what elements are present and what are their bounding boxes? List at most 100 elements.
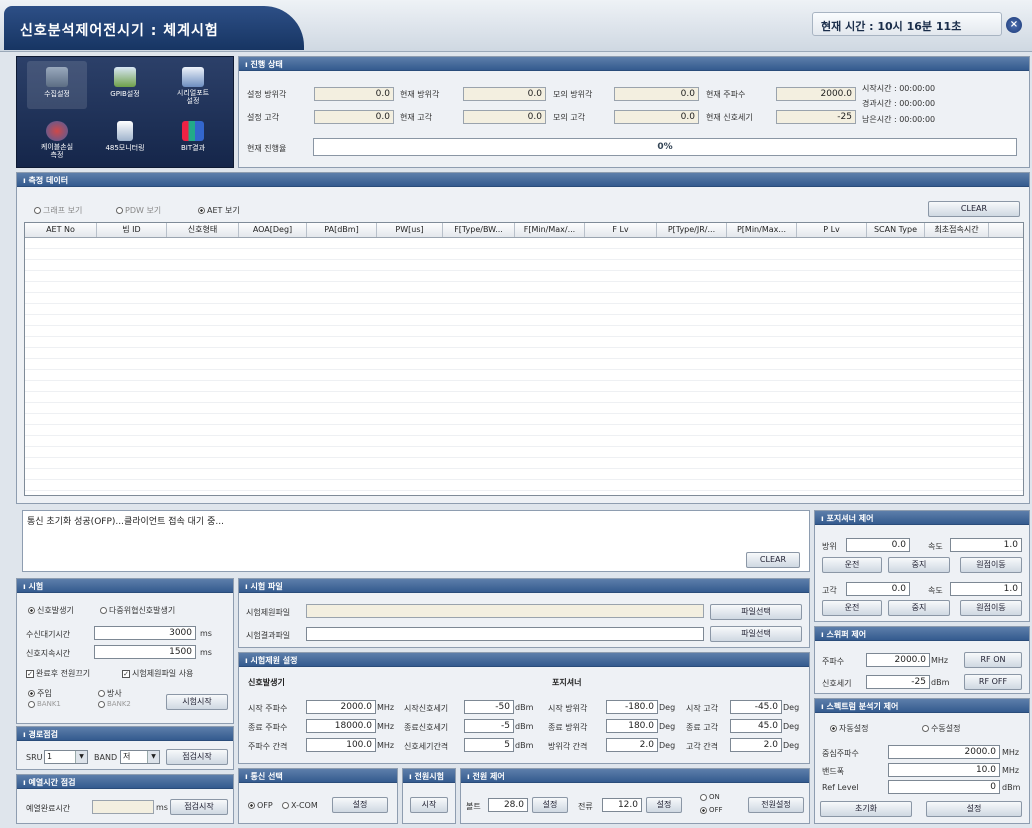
start-el-input[interactable]: -45.0 <box>730 700 782 714</box>
col-f-lv[interactable]: F Lv <box>585 223 657 237</box>
measure-table[interactable]: AET No 빔 ID 신호형태 AOA[Deg] PA[dBm] PW[us]… <box>24 222 1024 496</box>
monitor-icon <box>46 67 68 87</box>
start-az-input[interactable]: -180.0 <box>606 700 658 714</box>
sweeper-power-input[interactable]: -25 <box>866 675 930 689</box>
positioner-el-input[interactable]: 0.0 <box>846 582 910 596</box>
measure-clear-button[interactable]: CLEAR <box>928 201 1020 217</box>
collect-settings-button[interactable]: 수집설정 <box>27 61 87 109</box>
sweeper-freq-label: 주파수 <box>822 657 845 666</box>
positioner-az-run-button[interactable]: 운전 <box>822 557 882 573</box>
signal-generator-radio[interactable]: 신호발생기 <box>28 605 74 616</box>
spectrum-init-button[interactable]: 초기화 <box>820 801 912 817</box>
sweeper-freq-unit: MHz <box>931 656 949 665</box>
col-beam-id[interactable]: 빔 ID <box>97 223 167 237</box>
monitor-485-button[interactable]: 485모니터링 <box>95 115 155 163</box>
spec-file-select-button[interactable]: 파일선택 <box>710 604 802 620</box>
log-clear-button[interactable]: CLEAR <box>746 552 800 568</box>
wait-time-input[interactable]: 3000 <box>94 626 196 640</box>
power-test-start-button[interactable]: 시작 <box>410 797 448 813</box>
power-off-radio[interactable]: OFF <box>700 806 723 814</box>
gpib-settings-button[interactable]: GPIB설정 <box>95 61 155 109</box>
positioner-az-home-button[interactable]: 원점이동 <box>960 557 1022 573</box>
start-freq-input[interactable]: 2000.0 <box>306 700 376 714</box>
end-az-input[interactable]: 180.0 <box>606 719 658 733</box>
result-file-path[interactable] <box>306 627 704 641</box>
power-on-radio[interactable]: ON <box>700 793 720 801</box>
positioner-az-input[interactable]: 0.0 <box>846 538 910 552</box>
duration-input[interactable]: 1500 <box>94 645 196 659</box>
use-spec-file-checkbox[interactable]: ✓ 시험제원파일 사용 <box>122 668 193 679</box>
result-file-select-button[interactable]: 파일선택 <box>710 626 802 642</box>
xcom-radio[interactable]: X-COM <box>282 801 318 810</box>
col-first-contact[interactable]: 최초접속시간 <box>925 223 989 237</box>
spectrum-ref-label: Ref Level <box>822 783 859 792</box>
test-start-button[interactable]: 시험시작 <box>166 694 228 710</box>
col-f-minmax[interactable]: F[Min/Max/... <box>515 223 585 237</box>
emit-radio[interactable]: 방사 <box>98 688 122 699</box>
sweeper-freq-input[interactable]: 2000.0 <box>866 653 930 667</box>
cable-loss-button[interactable]: 케이블손실 측정 <box>27 115 87 163</box>
end-power-input[interactable]: -5 <box>464 719 514 733</box>
inject-radio[interactable]: 주입 <box>28 688 52 699</box>
view-pdw-radio[interactable]: PDW 보기 <box>116 205 161 216</box>
rf-off-button[interactable]: RF OFF <box>964 674 1022 690</box>
bit-result-button[interactable]: BIT결과 <box>163 115 223 163</box>
preheat-start-button[interactable]: 점검시작 <box>170 799 228 815</box>
route-check-start-button[interactable]: 점검시작 <box>166 749 228 765</box>
close-icon[interactable]: × <box>1006 17 1022 33</box>
col-pw[interactable]: PW[us] <box>377 223 443 237</box>
power-off-checkbox[interactable]: ✓ 완료후 전원끄기 <box>26 668 90 679</box>
positioner-el-stop-button[interactable]: 중지 <box>888 600 950 616</box>
view-aet-radio[interactable]: AET 보기 <box>198 205 240 216</box>
sru-select[interactable]: 1 <box>44 750 88 764</box>
view-graph-radio[interactable]: 그래프 보기 <box>34 205 82 216</box>
progress-header: 진행 상태 <box>239 57 1029 71</box>
positioner-el-speed-input[interactable]: 1.0 <box>950 582 1022 596</box>
multi-threat-generator-radio[interactable]: 다중위협신호발생기 <box>100 605 175 616</box>
step-el-input[interactable]: 2.0 <box>730 738 782 752</box>
band-select[interactable]: 저 <box>120 750 160 764</box>
ofp-radio[interactable]: OFP <box>248 801 273 810</box>
positioner-az-speed-input[interactable]: 1.0 <box>950 538 1022 552</box>
bank1-radio[interactable]: BANK1 <box>28 700 61 708</box>
spectrum-set-button[interactable]: 설정 <box>926 801 1022 817</box>
end-el-input[interactable]: 45.0 <box>730 719 782 733</box>
bank2-radio[interactable]: BANK2 <box>98 700 131 708</box>
col-p-lv[interactable]: P Lv <box>797 223 867 237</box>
rf-on-button[interactable]: RF ON <box>964 652 1022 668</box>
start-el-unit: Deg <box>783 703 800 712</box>
step-freq-input[interactable]: 100.0 <box>306 738 376 752</box>
positioner-el-run-button[interactable]: 운전 <box>822 600 882 616</box>
step-power-input[interactable]: 5 <box>464 738 514 752</box>
positioner-el-home-button[interactable]: 원점이동 <box>960 600 1022 616</box>
current-frequency-label: 현재 주파수 <box>706 90 746 99</box>
current-input[interactable]: 12.0 <box>602 798 642 812</box>
end-freq-input[interactable]: 18000.0 <box>306 719 376 733</box>
power-setting-button[interactable]: 전원설정 <box>748 797 804 813</box>
serial-port-settings-button[interactable]: 시리얼포트 설정 <box>163 61 223 109</box>
voltage-set-button[interactable]: 설정 <box>532 797 568 813</box>
col-f-type[interactable]: F[Type/BW... <box>443 223 515 237</box>
spectrum-auto-radio[interactable]: 자동설정 <box>830 723 868 734</box>
col-aoa[interactable]: AOA[Deg] <box>239 223 307 237</box>
col-p-minmax[interactable]: P[Min/Max... <box>727 223 797 237</box>
spectrum-center-input[interactable]: 2000.0 <box>888 745 1000 759</box>
start-power-input[interactable]: -50 <box>464 700 514 714</box>
spectrum-ref-input[interactable]: 0 <box>888 780 1000 794</box>
col-pa[interactable]: PA[dBm] <box>307 223 377 237</box>
voltage-input[interactable]: 28.0 <box>488 798 528 812</box>
col-p-type[interactable]: P[Type/JR/... <box>657 223 727 237</box>
col-aet-no[interactable]: AET No <box>25 223 97 237</box>
col-scan-type[interactable]: SCAN Type <box>867 223 925 237</box>
grid-check-icon <box>182 67 204 87</box>
positioner-az-speed-label: 속도 <box>928 542 943 551</box>
tools-icon <box>114 67 136 87</box>
spectrum-manual-radio[interactable]: 수동설정 <box>922 723 960 734</box>
spectrum-bw-input[interactable]: 10.0 <box>888 763 1000 777</box>
positioner-az-stop-button[interactable]: 중지 <box>888 557 950 573</box>
current-set-button[interactable]: 설정 <box>646 797 682 813</box>
col-signal-type[interactable]: 신호형태 <box>167 223 239 237</box>
comm-set-button[interactable]: 설정 <box>332 797 388 813</box>
step-az-input[interactable]: 2.0 <box>606 738 658 752</box>
log-area[interactable]: 통신 초기화 성공(OFP)...클라이언트 접속 대기 중... <box>22 510 810 572</box>
